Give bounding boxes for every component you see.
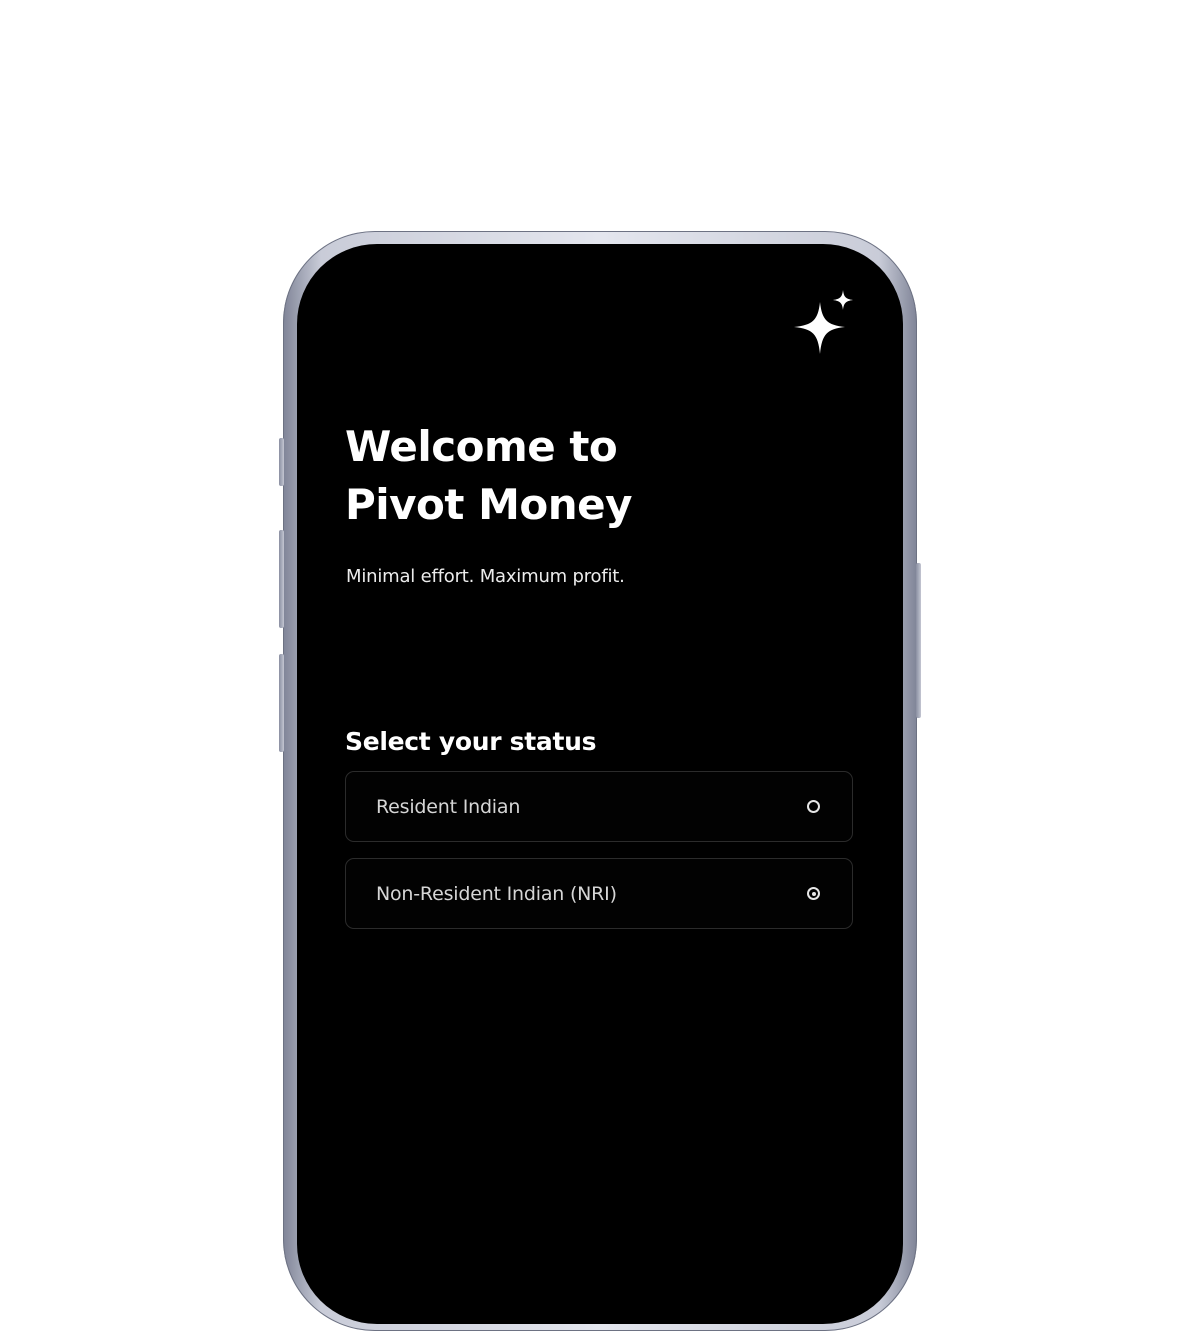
status-option-label: Non-Resident Indian (NRI) [376,883,617,905]
radio-button-nri[interactable] [807,887,820,900]
welcome-title: Welcome to Pivot Money [345,418,633,534]
status-heading: Select your status [345,727,597,756]
status-option-resident[interactable]: Resident Indian [345,771,853,842]
volume-up-button [279,530,284,628]
status-option-label: Resident Indian [376,796,521,818]
radio-dot-icon [811,891,816,896]
welcome-title-line-2: Pivot Money [345,480,633,529]
radio-button-resident[interactable] [807,800,820,813]
volume-down-button [279,654,284,752]
sparkle-icon [794,290,853,354]
power-button [916,563,921,718]
welcome-title-line-1: Welcome to [345,422,618,471]
tagline: Minimal effort. Maximum profit. [346,566,625,587]
status-option-nri[interactable]: Non-Resident Indian (NRI) [345,858,853,929]
action-button [279,438,284,486]
